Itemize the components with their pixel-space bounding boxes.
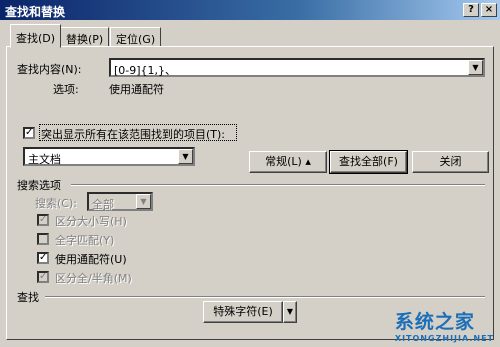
- find-what-value: [0-9]{1,}、: [114, 64, 177, 77]
- whole-word-label: 全字匹配(Y): [55, 234, 115, 247]
- width-sensitive-label: 区分全/半角(M): [55, 272, 132, 285]
- tab-goto-label: 定位(G): [116, 33, 156, 46]
- close-window-button[interactable]: ×: [481, 3, 497, 17]
- use-wildcards-label: 使用通配符(U): [55, 253, 127, 266]
- find-section-divider: [45, 296, 485, 298]
- tab-find-label: 查找(D): [16, 32, 56, 45]
- help-button[interactable]: ?: [463, 3, 479, 17]
- find-all-button[interactable]: 查找全部(F): [329, 150, 408, 174]
- options-value: 使用通配符: [109, 83, 164, 96]
- tab-goto[interactable]: 定位(G): [110, 27, 162, 47]
- window-title: 查找和替换: [5, 5, 66, 19]
- search-direction-value: 全部: [92, 198, 114, 211]
- width-sensitive-checkbox[interactable]: ✓: [37, 271, 49, 283]
- search-options-heading: 搜索选项: [17, 179, 61, 192]
- special-characters-button[interactable]: 特殊字符(E): [203, 301, 283, 323]
- tab-replace-label: 替换(P): [66, 33, 104, 46]
- watermark-logo: 系统之家 XITONGZHIJIA.NET: [395, 307, 494, 343]
- highlight-checkbox[interactable]: ✓: [23, 127, 35, 139]
- find-history-dropdown-icon[interactable]: ▼: [468, 60, 483, 75]
- search-direction-dropdown-icon[interactable]: ▼: [136, 194, 151, 209]
- highlight-label: 突出显示所有在该范围找到的项目(T):: [41, 128, 226, 141]
- whole-word-checkbox[interactable]: [37, 233, 49, 245]
- search-scope-value: 主文档: [28, 153, 61, 166]
- find-section-heading: 查找: [17, 291, 39, 304]
- close-button[interactable]: 关闭: [412, 151, 489, 173]
- tab-replace[interactable]: 替换(P): [60, 27, 110, 47]
- find-what-input[interactable]: [0-9]{1,}、 ▼: [109, 58, 485, 77]
- special-dropdown-icon[interactable]: ▼: [283, 301, 297, 323]
- find-panel: 查找内容(N): [0-9]{1,}、 ▼ 选项: 使用通配符 ✓ 突出显示所有…: [6, 46, 494, 340]
- title-bar: 查找和替换 ? ×: [0, 0, 500, 20]
- use-wildcards-checkbox[interactable]: ✓: [37, 252, 49, 264]
- match-case-label: 区分大小写(H): [55, 215, 127, 228]
- normal-button[interactable]: 常规(L) ▴: [249, 151, 327, 173]
- watermark-main-text: 系统之家: [394, 311, 475, 333]
- search-scope-select[interactable]: 主文档 ▼: [23, 147, 195, 166]
- tab-find[interactable]: 查找(D): [10, 24, 62, 48]
- match-case-checkbox[interactable]: ✓: [37, 214, 49, 226]
- search-direction-label: 搜索(C):: [35, 197, 77, 210]
- watermark-sub-text: XITONGZHIJIA.NET: [394, 334, 494, 343]
- options-label: 选项:: [53, 83, 79, 96]
- find-what-label: 查找内容(N):: [17, 63, 82, 76]
- search-options-divider: [71, 184, 485, 186]
- search-direction-select[interactable]: 全部 ▼: [87, 192, 153, 211]
- scope-dropdown-icon[interactable]: ▼: [178, 149, 193, 164]
